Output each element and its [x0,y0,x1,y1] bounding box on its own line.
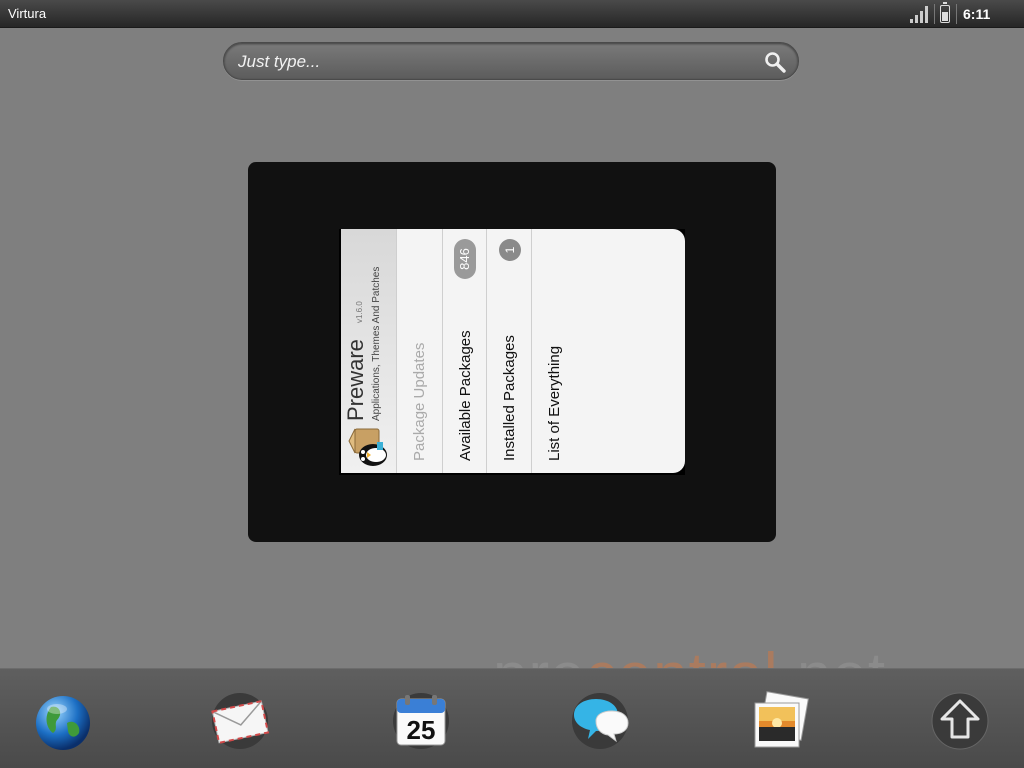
list-item-label: Package Updates [411,342,428,461]
preware-version: v1.6.0 [355,301,364,323]
preware-subtitle: Applications, Themes And Patches [371,266,382,421]
signal-icon [910,6,928,23]
list-item[interactable]: Package Updates [397,229,443,473]
list-item[interactable]: Installed Packages 1 [487,229,532,473]
launcher-icon[interactable] [930,691,990,751]
email-icon[interactable] [210,691,270,751]
list-item[interactable]: List of Everything [532,229,580,473]
list-item-label: Installed Packages [501,335,518,461]
list-item[interactable]: Available Packages 846 [443,229,487,473]
search-icon[interactable] [764,51,786,73]
status-divider [934,4,935,24]
preware-card-thumbnail[interactable]: Preware v1.6.0 Applications, Themes And … [339,229,685,475]
preware-app-screen: Preware v1.6.0 Applications, Themes And … [341,229,685,473]
search-input[interactable] [238,51,738,73]
dock: 25 [0,668,1024,768]
preware-header: Preware v1.6.0 Applications, Themes And … [341,229,397,473]
calendar-icon[interactable]: 25 [391,691,451,751]
messaging-icon[interactable] [570,691,630,751]
list-item-label: List of Everything [546,345,563,461]
app-card[interactable]: Preware v1.6.0 Applications, Themes And … [248,162,776,542]
count-badge: 846 [454,239,476,279]
status-bar: Virtura 6:11 [0,0,1024,28]
calendar-day: 25 [407,715,436,745]
preware-title: Preware [343,339,368,421]
carrier-name: Virtura [8,6,47,21]
clock: 6:11 [963,6,991,22]
battery-icon [940,2,950,23]
search-bar[interactable] [223,42,799,80]
count-badge: 1 [499,239,521,261]
list-item-label: Available Packages [457,330,474,461]
browser-globe-icon[interactable] [33,693,93,753]
status-divider [956,4,957,24]
photos-icon[interactable] [749,691,809,751]
preware-penguin-icon [348,428,387,466]
